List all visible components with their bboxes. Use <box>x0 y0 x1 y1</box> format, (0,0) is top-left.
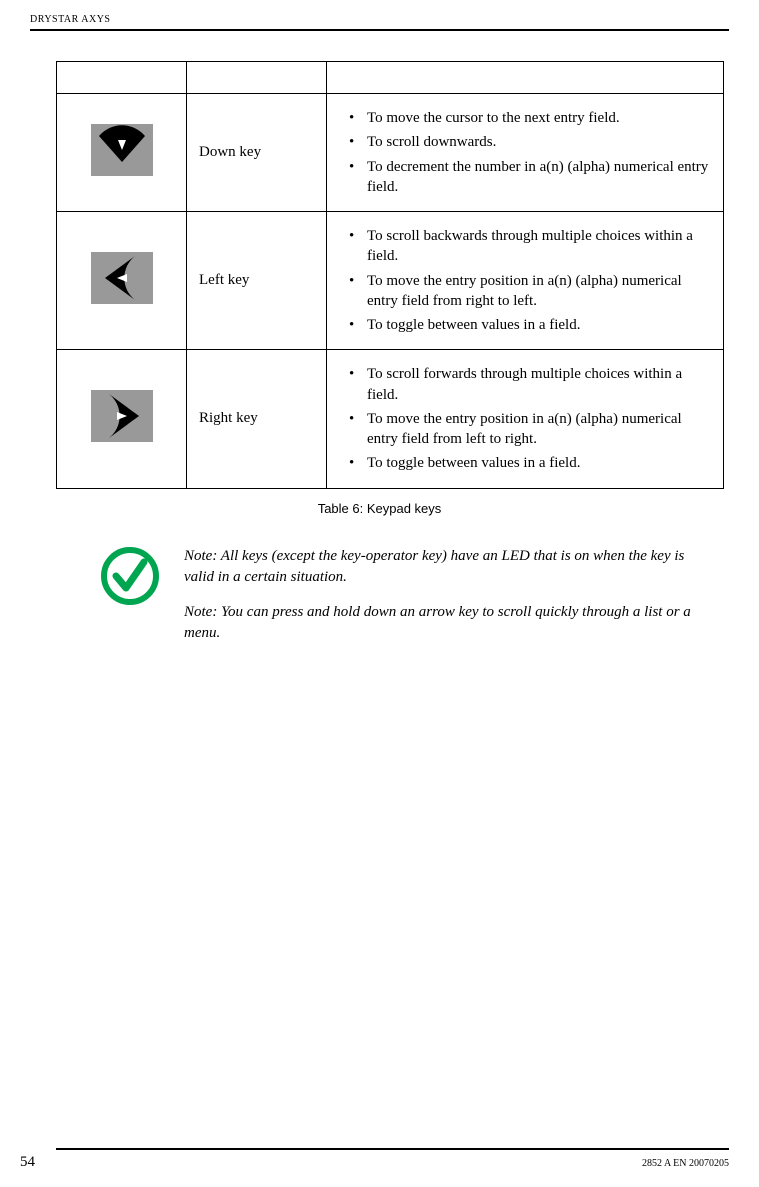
note-text: Note: You can press and hold down an arr… <box>184 602 709 644</box>
table-header-row <box>57 62 724 94</box>
document-id: 2852 A EN 20070205 <box>642 1158 729 1169</box>
note-text: Note: All keys (except the key-operator … <box>184 546 709 588</box>
key-description-list: To scroll forwards through multiple choi… <box>331 364 715 473</box>
key-name: Down key <box>187 94 327 212</box>
page-footer: 54 2852 A EN 20070205 <box>0 1148 759 1171</box>
key-description-list: To scroll backwards through multiple cho… <box>331 226 715 335</box>
keypad-table: Down key To move the cursor to the next … <box>56 61 724 489</box>
list-item: To move the cursor to the next entry fie… <box>331 108 715 128</box>
table-row: Down key To move the cursor to the next … <box>57 94 724 212</box>
list-item: To decrement the number in a(n) (alpha) … <box>331 157 715 198</box>
table-row: Left key To scroll backwards through mul… <box>57 212 724 350</box>
list-item: To move the entry position in a(n) (alph… <box>331 409 715 450</box>
list-item: To scroll downwards. <box>331 132 715 152</box>
list-item: To toggle between values in a field. <box>331 315 715 335</box>
footer-rule <box>56 1148 729 1150</box>
list-item: To move the entry position in a(n) (alph… <box>331 271 715 312</box>
key-name: Left key <box>187 212 327 350</box>
page-number: 54 <box>20 1154 35 1171</box>
table-caption: Table 6: Keypad keys <box>30 501 729 516</box>
right-arrow-key-icon <box>91 390 153 442</box>
list-item: To scroll forwards through multiple choi… <box>331 364 715 405</box>
table-row: Right key To scroll forwards through mul… <box>57 350 724 488</box>
left-arrow-key-icon <box>91 252 153 304</box>
list-item: To scroll backwards through multiple cho… <box>331 226 715 267</box>
header-product-title: DRYSTAR AXYS <box>30 14 729 25</box>
key-description-list: To move the cursor to the next entry fie… <box>331 108 715 197</box>
down-arrow-key-icon <box>91 124 153 176</box>
list-item: To toggle between values in a field. <box>331 453 715 473</box>
header-rule <box>30 29 729 31</box>
key-name: Right key <box>187 350 327 488</box>
checkmark-icon <box>100 546 160 611</box>
note-block: Note: All keys (except the key-operator … <box>100 546 709 658</box>
